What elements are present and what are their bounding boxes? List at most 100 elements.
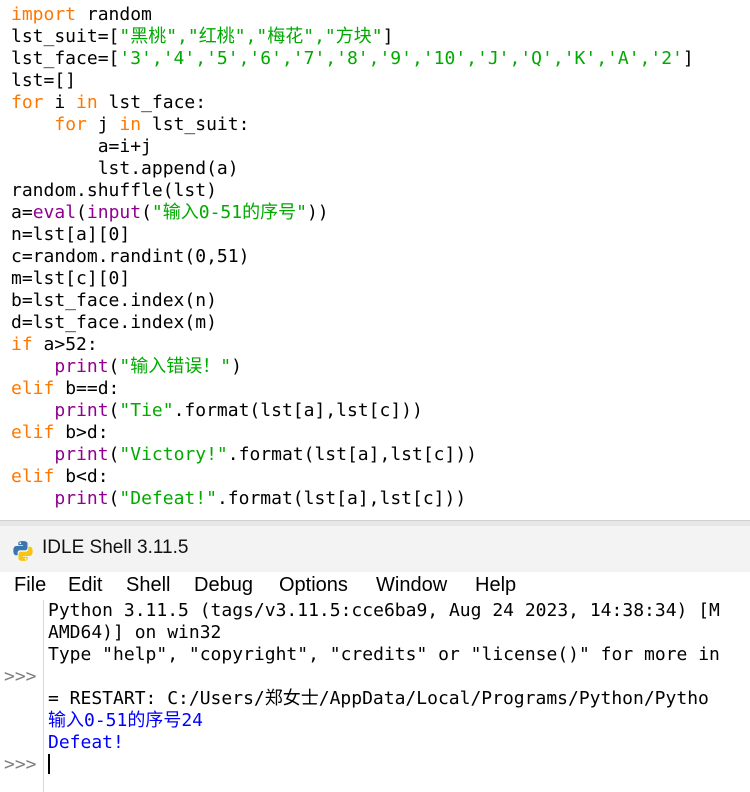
code-line: a=eval(input("输入0-51的序号"))	[11, 202, 329, 224]
code-token: )	[231, 356, 242, 377]
shell-prompt: >>>	[4, 754, 37, 775]
code-keyword: elif	[11, 378, 55, 399]
code-token: lst_face=[	[11, 48, 120, 69]
code-keyword: for	[11, 92, 44, 113]
title-bar[interactable]: IDLE Shell 3.11.5	[0, 526, 750, 572]
code-keyword: for	[54, 114, 87, 135]
code-token: (	[108, 356, 120, 377]
code-line: lst.append(a)	[11, 158, 239, 180]
code-builtin: eval	[32, 202, 77, 223]
code-token: random	[76, 4, 152, 25]
code-token: lst_suit:	[141, 114, 250, 135]
code-builtin: input	[86, 202, 142, 223]
window-title: IDLE Shell 3.11.5	[42, 537, 189, 558]
menu-options[interactable]: Options	[279, 572, 348, 600]
code-string: "Defeat!"	[119, 488, 217, 509]
code-line: random.shuffle(lst)	[11, 180, 217, 202]
code-token: b=lst_face.index(n)	[11, 290, 217, 311]
code-line: n=lst[a][0]	[11, 224, 130, 246]
shell-output-line: Python 3.11.5 (tags/v3.11.5:cce6ba9, Aug…	[48, 600, 720, 621]
menu-shell[interactable]: Shell	[126, 572, 170, 600]
code-line: lst_suit=["黑桃","红桃","梅花","方块"]	[11, 26, 393, 48]
code-token: ))	[306, 202, 329, 223]
shell-output-line: 输入0-51的序号24	[48, 710, 204, 731]
code-keyword: import	[11, 4, 77, 25]
code-token: .format(lst[a],lst[c]))	[216, 488, 467, 509]
prompt-gutter: >>> >>>	[0, 600, 44, 792]
code-token: (	[108, 444, 120, 465]
code-line: d=lst_face.index(m)	[11, 312, 217, 334]
idle-shell-window: IDLE Shell 3.11.5 File Edit Shell Debug …	[0, 520, 750, 792]
code-token: lst_face:	[97, 92, 207, 113]
code-string: "黑桃","红桃","梅花","方块"	[119, 26, 383, 47]
code-token: random.shuffle(lst)	[11, 180, 217, 201]
code-token: a>52:	[32, 334, 98, 355]
code-token: j	[86, 114, 120, 135]
code-token: m=lst[c][0]	[11, 268, 131, 289]
code-keyword: elif	[11, 422, 55, 443]
code-builtin: print	[54, 488, 109, 509]
menu-file[interactable]: File	[14, 572, 46, 600]
text-cursor	[48, 754, 50, 774]
code-token: b>d:	[54, 422, 109, 443]
code-line: if a>52:	[11, 334, 98, 356]
code-line: lst_face=['3','4','5','6','7','8','9','1…	[11, 48, 694, 70]
shell-prompt: >>>	[4, 666, 37, 687]
code-token: a=i+j	[11, 136, 152, 157]
menu-edit[interactable]: Edit	[68, 572, 102, 600]
menu-debug[interactable]: Debug	[194, 572, 253, 600]
code-token: (	[108, 400, 120, 421]
code-builtin: print	[54, 444, 109, 465]
code-keyword: in	[119, 114, 142, 135]
menu-help[interactable]: Help	[475, 572, 516, 600]
code-line: elif b>d:	[11, 422, 109, 444]
code-token: .format(lst[a],lst[c]))	[173, 400, 423, 421]
code-line: m=lst[c][0]	[11, 268, 130, 290]
code-string: '3','4','5','6','7','8','9','10','J','Q'…	[119, 48, 683, 69]
shell-output-line: Type "help", "copyright", "credits" or "…	[48, 644, 720, 665]
shell-output-line: = RESTART: C:/Users/郑女士/AppData/Local/Pr…	[48, 688, 709, 709]
code-string: "输入0-51的序号"	[151, 202, 307, 223]
python-logo-icon	[13, 541, 33, 561]
code-token: c=random.randint(0,51)	[11, 246, 250, 267]
code-line: for j in lst_suit:	[11, 114, 249, 136]
code-token: a=	[11, 202, 33, 223]
shell-output-area[interactable]: >>> >>> Python 3.11.5 (tags/v3.11.5:cce6…	[0, 600, 750, 792]
code-token: (	[141, 202, 152, 223]
code-token: n=lst[a][0]	[11, 224, 131, 245]
code-line: lst=[]	[11, 70, 76, 92]
code-line: print("输入错误！")	[11, 356, 242, 378]
code-line: print("Tie".format(lst[a],lst[c]))	[11, 400, 423, 422]
code-token: ]	[382, 26, 394, 47]
shell-output-line: AMD64)] on win32	[48, 622, 222, 643]
menu-bar: File Edit Shell Debug Options Window Hel…	[0, 572, 750, 600]
code-token: d=lst_face.index(m)	[11, 312, 217, 333]
shell-output-line: Defeat!	[48, 732, 124, 753]
code-builtin: print	[54, 356, 109, 377]
code-line: b=lst_face.index(n)	[11, 290, 217, 312]
code-token: i	[43, 92, 77, 113]
code-token: ]	[682, 48, 694, 69]
code-keyword: if	[11, 334, 33, 355]
code-token: lst_suit=[	[11, 26, 120, 47]
code-line: elif b<d:	[11, 466, 109, 488]
code-token: b==d:	[54, 378, 120, 399]
code-keyword: elif	[11, 466, 55, 487]
code-editor[interactable]: import random lst_suit=["黑桃","红桃","梅花","方…	[0, 0, 750, 520]
code-string: "输入错误！"	[119, 356, 232, 377]
code-line: elif b==d:	[11, 378, 119, 400]
code-token: (	[108, 488, 120, 509]
code-token: .format(lst[a],lst[c]))	[227, 444, 478, 465]
code-token: lst.append(a)	[11, 158, 239, 179]
code-token: (	[76, 202, 87, 223]
code-keyword: in	[76, 92, 98, 113]
menu-window[interactable]: Window	[376, 572, 447, 600]
code-line: import random	[11, 4, 152, 26]
code-string: "Tie"	[119, 400, 174, 421]
code-string: "Victory!"	[119, 444, 228, 465]
